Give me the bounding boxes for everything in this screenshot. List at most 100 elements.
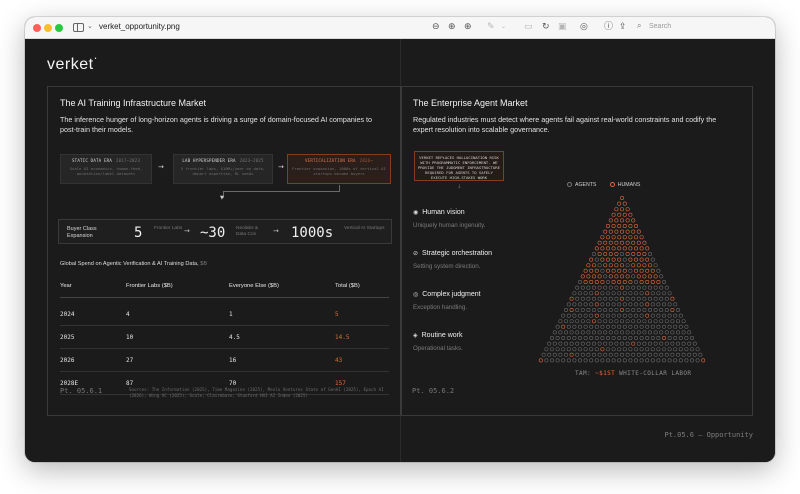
agent-dot [667, 324, 672, 329]
crop-icon[interactable]: ▭ [524, 21, 533, 33]
agent-dot [552, 341, 557, 346]
agent-dot [648, 308, 653, 313]
agent-dot [648, 296, 653, 301]
agent-dot [603, 330, 608, 335]
human-dot [622, 246, 627, 251]
human-dot [639, 235, 644, 240]
agent-dot [575, 341, 580, 346]
agent-dot [580, 296, 585, 301]
human-dot [614, 274, 619, 279]
agent-dot [594, 324, 599, 329]
markup-chevron-icon[interactable]: ⌄ [501, 21, 506, 33]
agent-dot [684, 358, 689, 363]
agent-dot [552, 330, 557, 335]
panel-subtitle: Regulated industries must detect where a… [413, 115, 717, 134]
zoom-out-icon[interactable]: ⊖ [432, 21, 440, 33]
sidebar-toggle-icon[interactable] [73, 23, 84, 32]
human-dot [634, 223, 639, 228]
agent-dot [692, 341, 697, 346]
agent-dot [597, 341, 602, 346]
zoom-window-button[interactable] [55, 24, 63, 32]
human-dot [608, 240, 613, 245]
agent-dot [608, 296, 613, 301]
human-dot [622, 268, 627, 273]
agent-dot [603, 296, 608, 301]
human-dot [620, 229, 625, 234]
rotate-icon[interactable]: ↻ [542, 21, 550, 33]
human-dot [611, 246, 616, 251]
agent-dot [586, 296, 591, 301]
agent-dot [667, 291, 672, 296]
close-window-button[interactable] [33, 24, 41, 32]
agent-dot [606, 324, 611, 329]
agent-dot [606, 280, 611, 285]
agent-dot [639, 347, 644, 352]
human-dot [620, 263, 625, 268]
col-header-everyone: Everyone Else ($B) [229, 283, 279, 289]
expansion-label-2: Neolabs & Data Cos [236, 226, 259, 237]
human-dot [603, 263, 608, 268]
agent-dot [642, 341, 647, 346]
agent-dot [628, 313, 633, 318]
human-dot [617, 268, 622, 273]
minimize-window-button[interactable] [44, 24, 52, 32]
agent-dot [622, 358, 627, 363]
human-dot [645, 302, 650, 307]
agent-dot [597, 319, 602, 324]
zoom-fit-icon[interactable]: ⊕ [464, 21, 472, 33]
agent-dot [645, 358, 650, 363]
agent-dot [611, 358, 616, 363]
agent-dot [664, 285, 669, 290]
agent-dot [583, 291, 588, 296]
agent-dot [614, 285, 619, 290]
human-dot [600, 257, 605, 262]
agent-dot [586, 330, 591, 335]
agent-dot [625, 341, 630, 346]
agent-dot [583, 358, 588, 363]
agent-dot [614, 330, 619, 335]
agent-dot [583, 347, 588, 352]
agent-dot [580, 308, 585, 313]
adjust-icon[interactable]: ▣ [558, 21, 567, 33]
agent-dot [648, 341, 653, 346]
human-dot [634, 257, 639, 262]
agent-dot [673, 302, 678, 307]
agent-dot [555, 336, 560, 341]
agent-dot [544, 347, 549, 352]
info-icon[interactable]: ⓘ [604, 21, 613, 33]
agent-dot [611, 336, 616, 341]
annotate-icon[interactable]: ◎ [580, 21, 588, 33]
human-dot [645, 291, 650, 296]
human-dot [645, 257, 650, 262]
agent-dot [631, 352, 636, 357]
agent-dot [642, 352, 647, 357]
zoom-in-icon[interactable]: ⊕ [448, 21, 456, 33]
markup-pen-icon[interactable]: ✎ [487, 21, 495, 33]
agent-dot [606, 358, 611, 363]
agent-dot [687, 352, 692, 357]
search-field[interactable]: ⌕ Search [637, 21, 763, 34]
agent-dot [648, 330, 653, 335]
agent-dot [673, 336, 678, 341]
agent-dot [698, 352, 703, 357]
agent-dot [566, 347, 571, 352]
human-dot [631, 341, 636, 346]
agent-dot [594, 358, 599, 363]
share-icon[interactable]: ⇪ [619, 21, 627, 33]
agent-dot [594, 347, 599, 352]
agent-dot [664, 319, 669, 324]
agent-dot [673, 347, 678, 352]
agent-dot [561, 313, 566, 318]
human-dot [636, 263, 641, 268]
human-dot [625, 240, 630, 245]
agent-dot [659, 330, 664, 335]
human-dot [608, 251, 613, 256]
human-dot [589, 257, 594, 262]
chevron-down-icon[interactable]: ⌄ [87, 22, 93, 30]
human-dot [614, 229, 619, 234]
agent-dot [639, 291, 644, 296]
human-dot [625, 218, 630, 223]
agent-dot [555, 358, 560, 363]
agent-dot [631, 296, 636, 301]
human-dot [662, 336, 667, 341]
